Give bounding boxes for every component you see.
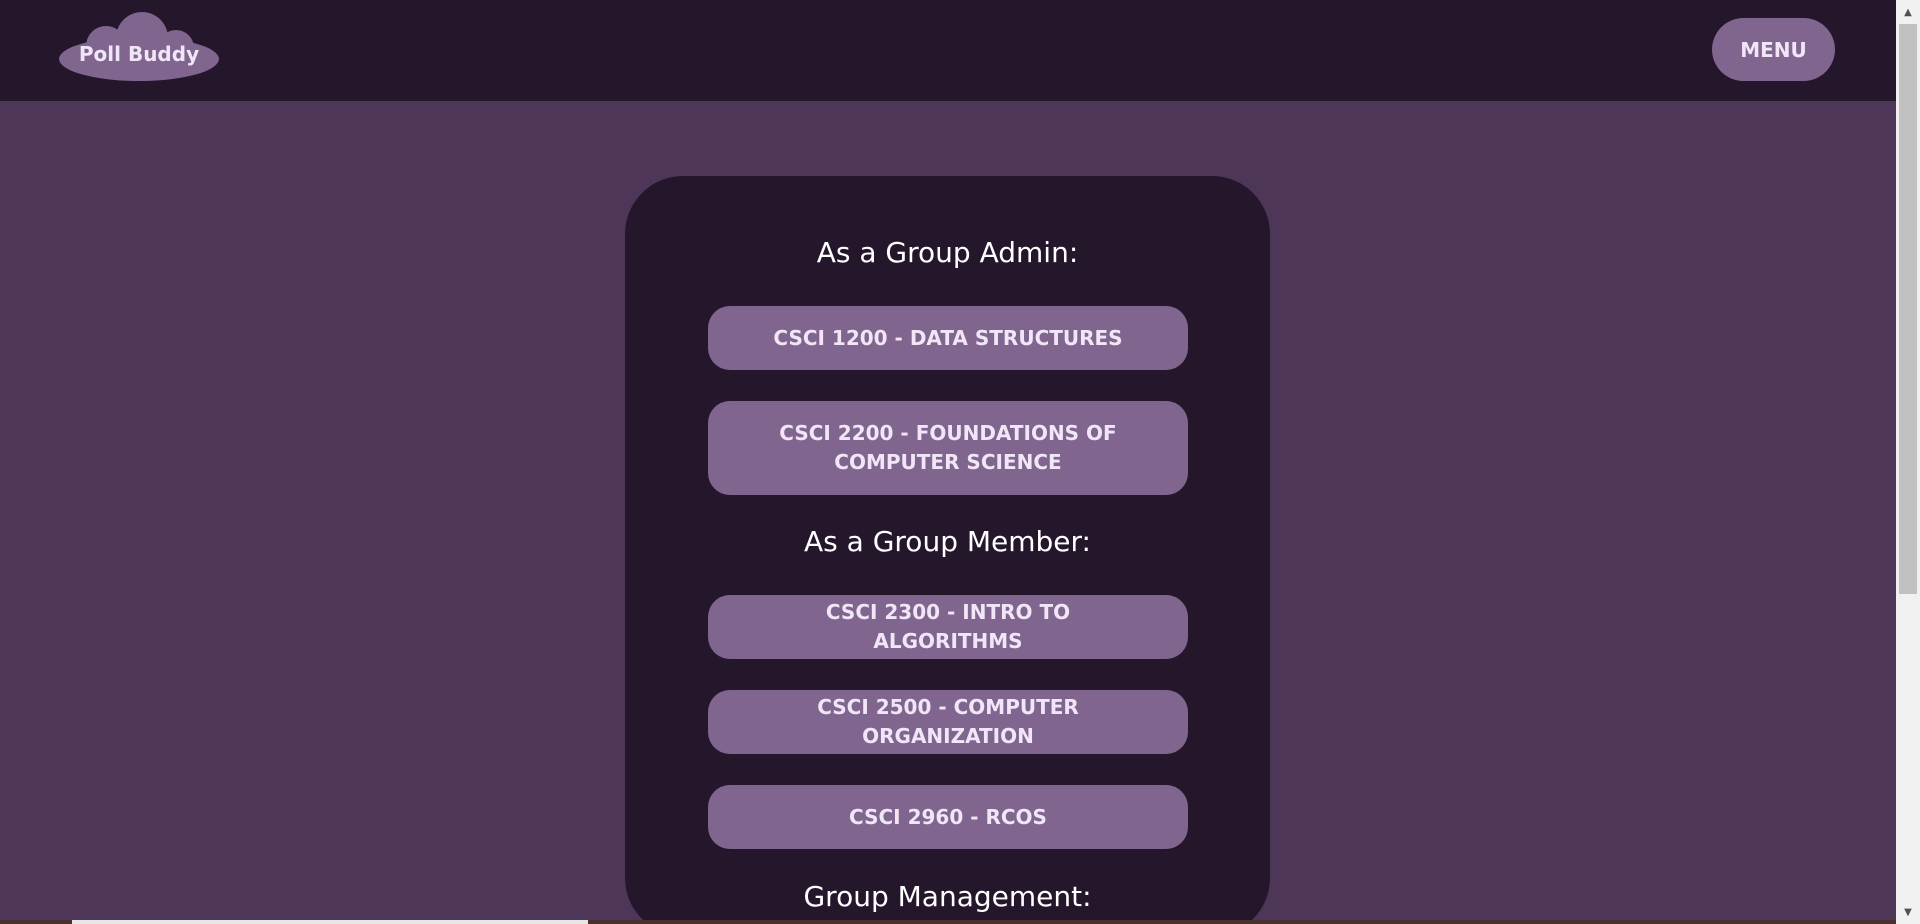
admin-group-button[interactable]: CSCI 1200 - DATA STRUCTURES — [708, 306, 1188, 370]
menu-button[interactable]: MENU — [1712, 18, 1835, 81]
logo-text: Poll Buddy — [78, 42, 200, 66]
scroll-down-arrow-icon[interactable]: ▼ — [1896, 902, 1920, 922]
member-groups-heading: As a Group Member: — [804, 525, 1091, 558]
member-group-button[interactable]: CSCI 2500 - COMPUTER ORGANIZATION — [708, 690, 1188, 754]
top-nav-bar: Poll Buddy MENU — [0, 0, 1896, 101]
member-group-button[interactable]: CSCI 2300 - INTRO TO ALGORITHMS — [708, 595, 1188, 659]
group-management-heading: Group Management: — [803, 880, 1092, 913]
page: Poll Buddy MENU As a Group Admin: CSCI 1… — [0, 0, 1920, 924]
scroll-up-arrow-icon[interactable]: ▲ — [1896, 2, 1920, 22]
admin-groups-heading: As a Group Admin: — [816, 236, 1079, 269]
bottom-edge-highlight — [72, 920, 588, 924]
poll-buddy-logo[interactable]: Poll Buddy — [58, 12, 220, 88]
admin-group-button[interactable]: CSCI 2200 - FOUNDATIONS OF COMPUTER SCIE… — [708, 401, 1188, 495]
scrollbar-thumb[interactable] — [1899, 24, 1917, 594]
member-group-button[interactable]: CSCI 2960 - RCOS — [708, 785, 1188, 849]
